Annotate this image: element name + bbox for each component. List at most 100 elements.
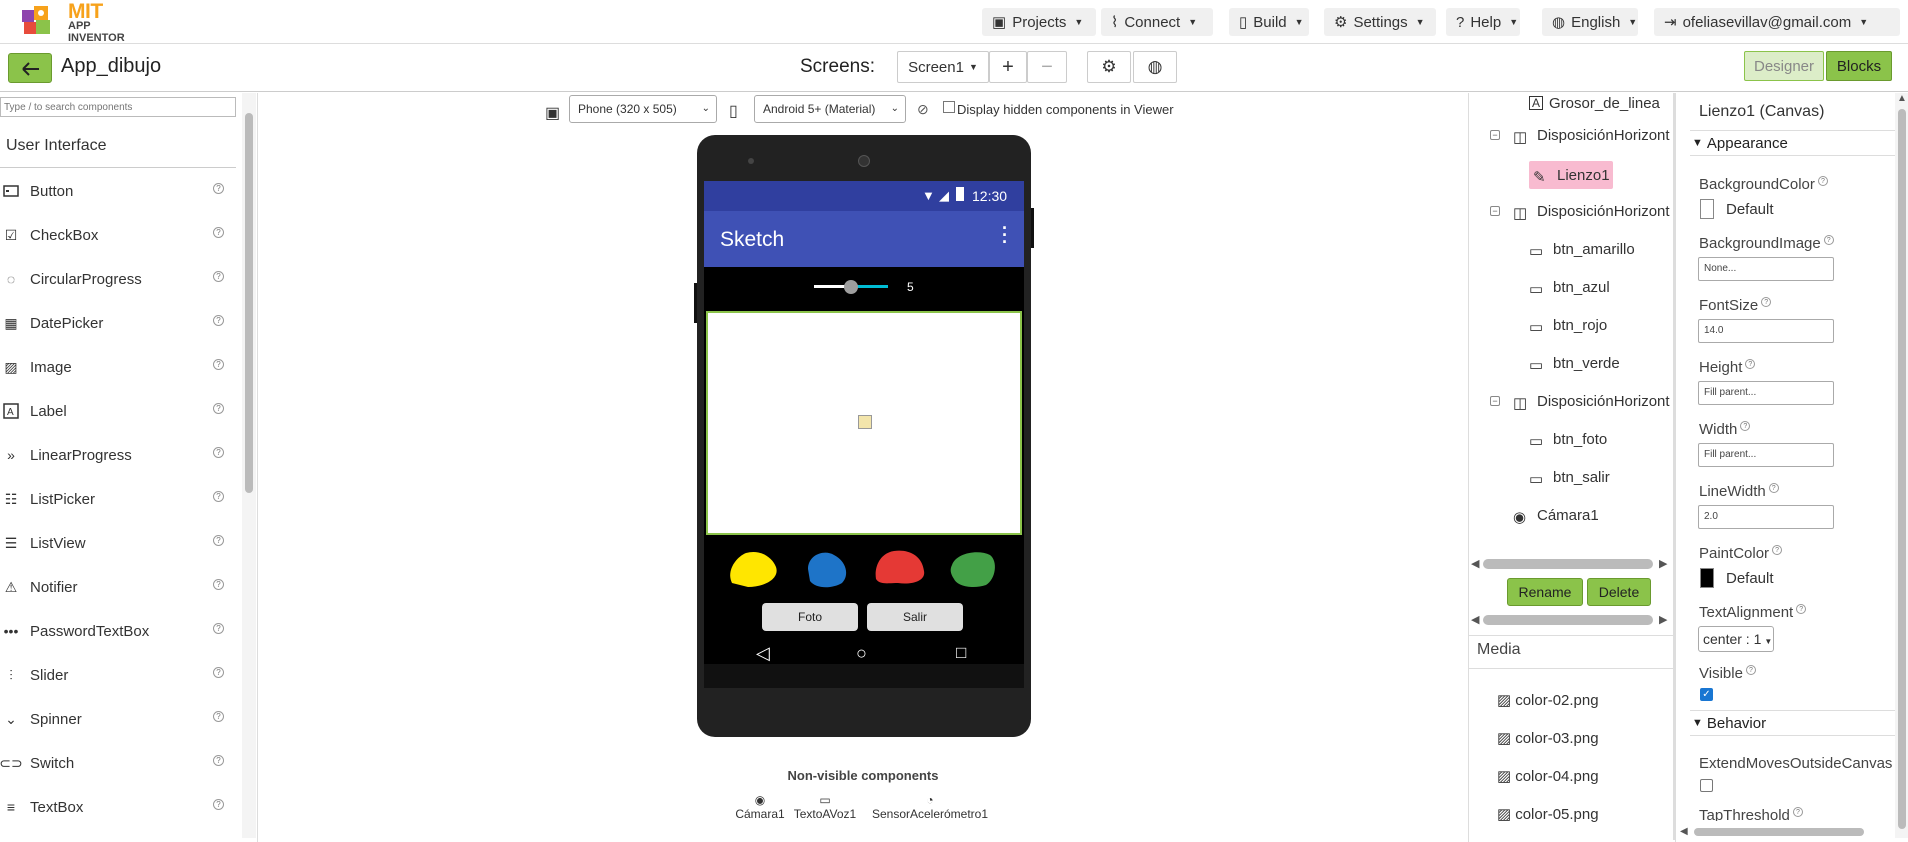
tree-item-btn-azul[interactable]: ▭ btn_azul bbox=[1529, 275, 1610, 299]
scroll-right-icon[interactable]: ▶ bbox=[1659, 613, 1667, 626]
category-user-interface[interactable]: User Interface bbox=[6, 137, 106, 155]
help-icon[interactable]: ? bbox=[1768, 483, 1779, 493]
tree-item-disposicion-1[interactable]: ◫ DisposiciónHorizont bbox=[1513, 123, 1670, 147]
menu-connect[interactable]: ⌇ Connect ▼ bbox=[1101, 8, 1213, 36]
nonvisible-textoavoz[interactable]: ▭ TextoAVoz1 bbox=[790, 793, 860, 821]
help-icon[interactable]: ? bbox=[213, 359, 224, 370]
palette-item-label[interactable]: A Label? bbox=[0, 393, 236, 429]
help-icon[interactable]: ? bbox=[213, 755, 224, 766]
palette-item-spinner[interactable]: ⌄ Spinner? bbox=[0, 701, 236, 737]
paint-color-value[interactable]: Default bbox=[1726, 570, 1774, 587]
media-item[interactable]: ▨ color-04.png bbox=[1497, 764, 1599, 788]
palette-item-listview[interactable]: ☰ ListView? bbox=[0, 525, 236, 561]
scroll-left-icon[interactable]: ◀ bbox=[1471, 613, 1479, 626]
width-input[interactable]: Fill parent... bbox=[1698, 443, 1834, 467]
nav-recents-icon[interactable]: □ bbox=[956, 643, 966, 663]
help-icon[interactable]: ? bbox=[213, 447, 224, 458]
palette-item-datepicker[interactable]: ▦ DatePicker? bbox=[0, 305, 236, 341]
nonvisible-camara[interactable]: ◉ Cámara1 bbox=[730, 793, 790, 821]
btn-amarillo[interactable] bbox=[726, 549, 780, 589]
btn-rojo[interactable] bbox=[872, 547, 928, 587]
scrollbar-thumb[interactable] bbox=[245, 113, 253, 493]
help-icon[interactable]: ? bbox=[213, 183, 224, 194]
app-inventor-logo[interactable]: MIT APP INVENTOR bbox=[18, 0, 148, 44]
tree-item-disposicion-3[interactable]: ◫ DisposiciónHorizont bbox=[1513, 389, 1670, 413]
help-icon[interactable]: ? bbox=[213, 623, 224, 634]
nav-back-icon[interactable]: ◁ bbox=[756, 643, 770, 664]
font-size-input[interactable]: 14.0 bbox=[1698, 319, 1834, 343]
theme-select[interactable]: Android 5+ (Material) ⌄ bbox=[754, 95, 906, 123]
btn-azul[interactable] bbox=[802, 549, 852, 589]
help-icon[interactable]: ? bbox=[1740, 421, 1751, 431]
height-input[interactable]: Fill parent... bbox=[1698, 381, 1834, 405]
designer-button[interactable]: Designer bbox=[1744, 51, 1824, 81]
media-item[interactable]: ▨ color-05.png bbox=[1497, 802, 1599, 826]
help-icon[interactable]: ? bbox=[1772, 545, 1783, 555]
delete-button[interactable]: Delete bbox=[1587, 578, 1651, 606]
behavior-section[interactable]: ▼ Behavior bbox=[1690, 710, 1908, 736]
help-icon[interactable]: ? bbox=[213, 403, 224, 414]
visible-checkbox[interactable]: ✓ bbox=[1700, 688, 1713, 701]
tree-item-lienzo[interactable]: ✎ Lienzo1 bbox=[1533, 163, 1610, 187]
palette-item-textbox[interactable]: ≡ TextBox? bbox=[0, 789, 236, 825]
tree-item-btn-rojo[interactable]: ▭ btn_rojo bbox=[1529, 313, 1607, 337]
palette-item-listpicker[interactable]: ☷ ListPicker? bbox=[0, 481, 236, 517]
palette-item-linearprogress[interactable]: » LinearProgress? bbox=[0, 437, 236, 473]
phone-size-select[interactable]: Phone (320 x 505) ⌄ bbox=[569, 95, 717, 123]
help-icon[interactable]: ? bbox=[213, 579, 224, 590]
blocks-button[interactable]: Blocks bbox=[1826, 51, 1892, 81]
scroll-left-icon[interactable]: ◀ bbox=[1680, 826, 1688, 837]
tree-item-camara[interactable]: ◉ Cámara1 bbox=[1513, 503, 1599, 527]
properties-hscroll-thumb[interactable] bbox=[1694, 828, 1864, 836]
tree-item-btn-amarillo[interactable]: ▭ btn_amarillo bbox=[1529, 237, 1635, 261]
menu-build[interactable]: ▯ Build ▼ bbox=[1229, 8, 1309, 36]
palette-item-image[interactable]: ▨ Image? bbox=[0, 349, 236, 385]
nav-home-icon[interactable]: ○ bbox=[856, 643, 867, 664]
palette-item-notifier[interactable]: ⚠ Notifier? bbox=[0, 569, 236, 605]
help-icon[interactable]: ? bbox=[213, 227, 224, 238]
menu-settings[interactable]: ⚙ Settings ▼ bbox=[1324, 8, 1436, 36]
help-icon[interactable]: ? bbox=[1745, 359, 1756, 369]
help-icon[interactable]: ? bbox=[1792, 807, 1803, 817]
tree-item-btn-foto[interactable]: ▭ btn_foto bbox=[1529, 427, 1607, 451]
palette-item-circularprogress[interactable]: ◌ CircularProgress? bbox=[0, 261, 236, 297]
tree-item-btn-verde[interactable]: ▭ btn_verde bbox=[1529, 351, 1620, 375]
publish-button[interactable]: ◍ bbox=[1133, 51, 1177, 83]
palette-item-button[interactable]: Button? bbox=[0, 173, 236, 209]
grosor-slider-thumb[interactable] bbox=[844, 280, 858, 294]
menu-account[interactable]: ⇥ ofeliasevillav@gmail.com ▼ bbox=[1654, 8, 1900, 36]
collapse-toggle[interactable]: − bbox=[1490, 130, 1500, 140]
help-icon[interactable]: ? bbox=[1745, 665, 1756, 675]
hidden-components-checkbox[interactable] bbox=[943, 101, 955, 113]
btn-verde[interactable] bbox=[948, 549, 998, 589]
btn-salir[interactable]: Salir bbox=[867, 603, 963, 631]
palette-item-checkbox[interactable]: ☑ CheckBox? bbox=[0, 217, 236, 253]
remove-screen-button[interactable]: − bbox=[1027, 51, 1067, 83]
properties-scrollbar[interactable]: ▲ bbox=[1895, 93, 1908, 838]
scrollbar-thumb[interactable] bbox=[1898, 109, 1906, 829]
line-width-input[interactable]: 2.0 bbox=[1698, 505, 1834, 529]
help-icon[interactable]: ? bbox=[213, 711, 224, 722]
nonvisible-sensor[interactable]: ◔ SensorAcelerómetro1 bbox=[865, 793, 995, 821]
help-icon[interactable]: ? bbox=[213, 667, 224, 678]
collapse-toggle[interactable]: − bbox=[1490, 396, 1500, 406]
bg-color-value[interactable]: Default bbox=[1726, 201, 1774, 218]
lienzo1-canvas[interactable] bbox=[706, 311, 1022, 535]
help-icon[interactable]: ? bbox=[213, 271, 224, 282]
media-item[interactable]: ▨ color-02.png bbox=[1497, 688, 1599, 712]
menu-help[interactable]: ? Help ▼ bbox=[1446, 8, 1520, 36]
palette-scrollbar[interactable] bbox=[242, 93, 256, 838]
help-icon[interactable]: ? bbox=[1761, 297, 1772, 307]
appearance-section[interactable]: ▼ Appearance bbox=[1690, 130, 1908, 156]
tree-item-btn-salir[interactable]: ▭ btn_salir bbox=[1529, 465, 1610, 489]
tree-hscroll-thumb-2[interactable] bbox=[1483, 615, 1653, 625]
rename-button[interactable]: Rename bbox=[1507, 578, 1583, 606]
help-icon[interactable]: ? bbox=[1817, 176, 1828, 186]
project-properties-button[interactable]: ⚙ bbox=[1087, 51, 1131, 83]
tree-hscroll-thumb[interactable] bbox=[1483, 559, 1653, 569]
tree-item-grosor[interactable]: A Grosor_de_linea bbox=[1529, 91, 1660, 115]
bg-color-swatch[interactable] bbox=[1700, 199, 1714, 219]
back-button[interactable] bbox=[8, 53, 52, 83]
text-alignment-select[interactable]: center : 1 ▼ bbox=[1698, 626, 1774, 652]
component-search-input[interactable] bbox=[0, 97, 236, 117]
